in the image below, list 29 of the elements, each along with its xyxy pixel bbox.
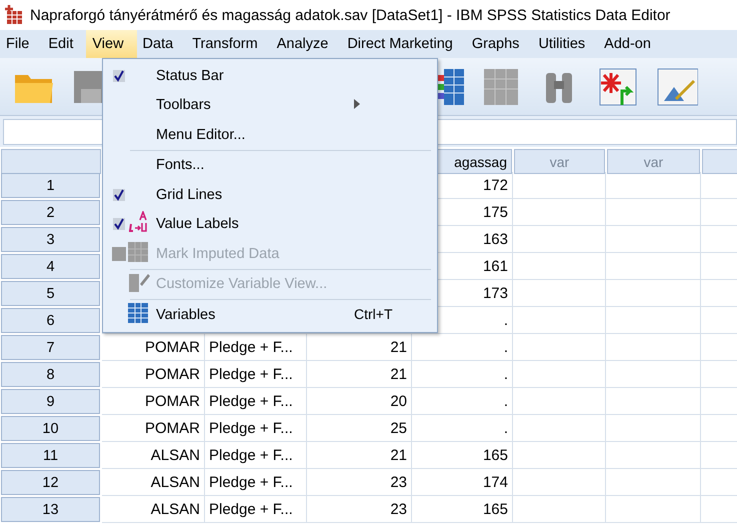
- table-cell: Pledge + F...: [205, 334, 307, 361]
- table-cell: .: [412, 361, 513, 388]
- table-cell: 21: [307, 334, 412, 361]
- table-cell: ALSAN: [102, 442, 205, 469]
- table-cell: 21: [307, 361, 412, 388]
- table-cell: POMAR: [102, 361, 205, 388]
- table-cell: ALSAN: [102, 469, 205, 496]
- table-cell: .: [412, 388, 513, 415]
- table-cell: 174: [412, 469, 513, 496]
- table-cell: POMAR: [102, 415, 205, 442]
- table-cell: .: [412, 415, 513, 442]
- table-cell: POMAR: [102, 334, 205, 361]
- table-cell: Pledge + F...: [205, 442, 307, 469]
- table-cell: 25: [307, 415, 412, 442]
- window-title: Napraforgó tányérátmérő és magasság adatok.sav [DataSet1] - IBM SPSS Statistics Data Editor: [30, 6, 670, 24]
- table-cell: 23: [307, 496, 412, 523]
- table-cell: .: [412, 334, 513, 361]
- table-cell: Pledge + F...: [205, 361, 307, 388]
- table-cell: 165: [412, 496, 513, 523]
- table-cell: Pledge + F...: [205, 415, 307, 442]
- table-cell: ALSAN: [102, 496, 205, 523]
- table-cell: 23: [307, 469, 412, 496]
- table-cell: 165: [412, 442, 513, 469]
- table-cell: Pledge + F...: [205, 496, 307, 523]
- table-cell: 20: [307, 388, 412, 415]
- table-cell: POMAR: [102, 388, 205, 415]
- table-cell: 21: [307, 442, 412, 469]
- table-cell: Pledge + F...: [205, 388, 307, 415]
- table-cell: Pledge + F...: [205, 469, 307, 496]
